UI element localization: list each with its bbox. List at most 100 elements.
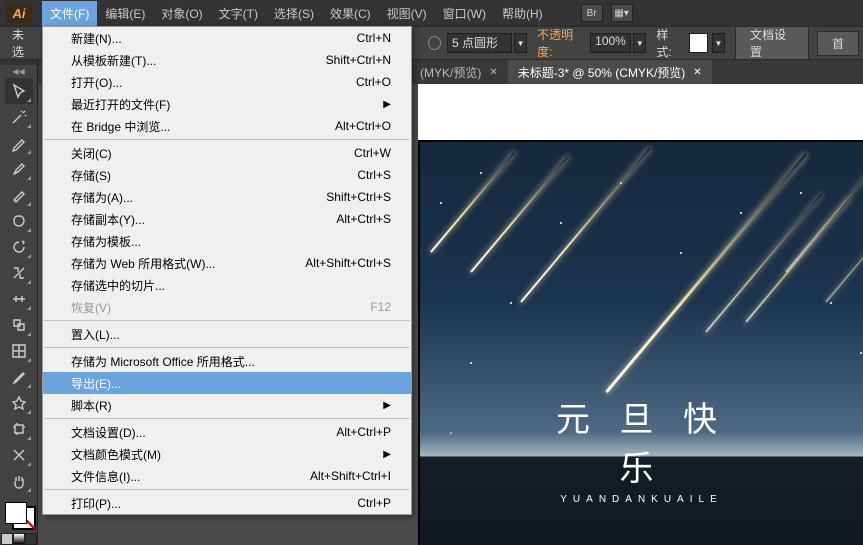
close-icon[interactable]: ✕ <box>693 67 701 78</box>
mesh-tool[interactable] <box>5 338 33 364</box>
submenu-arrow-icon: ▶ <box>383 449 391 460</box>
pen-icon <box>10 134 28 152</box>
menu-item[interactable]: 存储为(A)... Shift+Ctrl+S <box>43 186 411 208</box>
color-mode-row <box>1 533 37 545</box>
menu-item-label: 存储为模板... <box>71 233 141 250</box>
dropdown-arrow-icon[interactable]: ▼ <box>712 33 725 53</box>
tab-label: 未标题-3* @ 50% (CMYK/预览) <box>518 64 686 81</box>
menu-item[interactable]: 关闭(C)Ctrl+W <box>43 142 411 164</box>
opacity-input[interactable]: 100% <box>590 33 631 53</box>
arrange-docs-icon[interactable]: ▦▾ <box>611 4 633 22</box>
document-tab[interactable]: (MYK/预览)✕ <box>410 60 508 84</box>
submenu-arrow-icon: ▶ <box>383 400 391 411</box>
menu-item-label: 存储为(A)... <box>71 189 133 206</box>
color-mode-none[interactable] <box>25 533 37 545</box>
menu-item[interactable]: 导出(E)... <box>43 372 411 394</box>
menu-item-label: 置入(L)... <box>71 326 120 343</box>
menu-item[interactable]: 从模板新建(T)...Shift+Ctrl+N <box>43 49 411 71</box>
collapse-icon[interactable]: ◀◀ <box>12 67 24 78</box>
dropdown-arrow-icon[interactable]: ▼ <box>633 33 646 53</box>
menu-separator <box>44 489 410 490</box>
dropdown-arrow-icon[interactable]: ▼ <box>514 33 527 53</box>
color-mode-solid[interactable] <box>1 533 13 545</box>
menu-帮助[interactable]: 帮助(H) <box>494 1 551 26</box>
menu-item[interactable]: 新建(N)...Ctrl+N <box>43 27 411 49</box>
slice-tool[interactable] <box>5 442 33 468</box>
menu-item[interactable]: 存储为模板... <box>43 230 411 252</box>
menu-item[interactable]: 在 Bridge 中浏览... Alt+Ctrl+O <box>43 115 411 137</box>
menu-item-label: 在 Bridge 中浏览... <box>71 118 170 135</box>
menu-item[interactable]: 文件信息(I)...Alt+Shift+Ctrl+I <box>43 465 411 487</box>
file-menu-dropdown: 新建(N)...Ctrl+N从模板新建(T)...Shift+Ctrl+N打开(… <box>42 26 412 515</box>
menu-item[interactable]: 打印(P)...Ctrl+P <box>43 492 411 514</box>
menu-item-label: 打开(O)... <box>71 74 122 91</box>
brush-tool[interactable] <box>5 156 33 182</box>
menu-文件[interactable]: 文件(F) <box>42 1 97 26</box>
menu-item[interactable]: 置入(L)... <box>43 323 411 345</box>
pencil-tool[interactable] <box>5 182 33 208</box>
menu-item[interactable]: 最近打开的文件(F)▶ <box>43 93 411 115</box>
menu-item-label: 从模板新建(T)... <box>71 52 156 69</box>
symbol-tool[interactable] <box>5 390 33 416</box>
menu-item[interactable]: 存储副本(Y)...Alt+Ctrl+S <box>43 208 411 230</box>
menu-编辑[interactable]: 编辑(E) <box>97 1 153 26</box>
artboard[interactable]: 元 旦 快 乐 YUANDANKUAILE <box>420 142 863 545</box>
menu-item-label: 脚本(R) <box>71 397 112 414</box>
selection-tool[interactable] <box>5 78 33 104</box>
menu-item[interactable]: 存储为 Microsoft Office 所用格式... <box>43 350 411 372</box>
menu-item[interactable]: 打开(O)... Ctrl+O <box>43 71 411 93</box>
blob-icon <box>10 212 28 230</box>
menu-item[interactable]: 文档设置(D)...Alt+Ctrl+P <box>43 421 411 443</box>
artwork-title-cn: 元 旦 快 乐 <box>531 392 753 490</box>
document-setup-button[interactable]: 文档设置 <box>735 26 809 60</box>
menu-item-shortcut: Ctrl+O <box>356 75 391 89</box>
menu-item-shortcut: Alt+Shift+Ctrl+I <box>310 469 391 483</box>
menubar-right: Br ▦▾ <box>581 4 633 22</box>
preferences-button[interactable]: 首 <box>817 31 859 56</box>
menu-item-shortcut: Alt+Ctrl+O <box>335 119 391 133</box>
toolbox-handle[interactable] <box>0 60 37 65</box>
menu-separator <box>44 418 410 419</box>
menubar: Ai 文件(F)编辑(E)对象(O)文字(T)选择(S)效果(C)视图(V)窗口… <box>0 0 863 26</box>
fill-swatch[interactable] <box>5 502 27 524</box>
eyedropper-tool[interactable] <box>5 364 33 390</box>
bridge-icon[interactable]: Br <box>581 4 603 22</box>
selection-icon <box>10 82 28 100</box>
menu-item-label: 关闭(C) <box>71 145 112 162</box>
hand-tool[interactable] <box>5 468 33 494</box>
pen-tool[interactable] <box>5 130 33 156</box>
style-label: 样式: <box>656 26 681 60</box>
selection-status: 未选 <box>12 26 34 60</box>
shape-builder-tool[interactable] <box>5 312 33 338</box>
magic-wand-tool[interactable] <box>5 104 33 130</box>
menu-item[interactable]: 文档颜色模式(M)▶ <box>43 443 411 465</box>
menu-文字[interactable]: 文字(T) <box>211 1 266 26</box>
menu-item[interactable]: 脚本(R) ▶ <box>43 394 411 416</box>
menu-item-label: 文档设置(D)... <box>71 424 146 441</box>
menu-选择[interactable]: 选择(S) <box>266 1 322 26</box>
menu-item-label: 导出(E)... <box>71 375 121 392</box>
menu-item[interactable]: 存储为 Web 所用格式(W)...Alt+Shift+Ctrl+S <box>43 252 411 274</box>
style-swatch[interactable] <box>689 33 708 53</box>
menu-item[interactable]: 存储(S)Ctrl+S <box>43 164 411 186</box>
slice-icon <box>10 446 28 464</box>
width-tool[interactable] <box>5 286 33 312</box>
menu-效果[interactable]: 效果(C) <box>322 1 379 26</box>
menu-视图[interactable]: 视图(V) <box>379 1 435 26</box>
close-icon[interactable]: ✕ <box>489 67 497 78</box>
blob-tool[interactable] <box>5 208 33 234</box>
scale-tool[interactable] <box>5 260 33 286</box>
menu-item-shortcut: Shift+Ctrl+S <box>326 190 391 204</box>
width-icon <box>10 290 28 308</box>
stroke-profile-select[interactable]: 5 点圆形 <box>447 33 512 53</box>
menu-对象[interactable]: 对象(O) <box>153 1 210 26</box>
color-mode-gradient[interactable] <box>13 533 25 545</box>
rotate-tool[interactable] <box>5 234 33 260</box>
menu-item[interactable]: 存储选中的切片... <box>43 274 411 296</box>
menu-窗口[interactable]: 窗口(W) <box>435 1 494 26</box>
document-tab[interactable]: 未标题-3* @ 50% (CMYK/预览) ✕ <box>508 60 712 84</box>
eyedropper-icon <box>10 368 28 386</box>
fill-stroke-swatch[interactable] <box>3 500 35 529</box>
artboard-tool[interactable] <box>5 416 33 442</box>
menu-item-label: 存储副本(Y)... <box>71 211 145 228</box>
